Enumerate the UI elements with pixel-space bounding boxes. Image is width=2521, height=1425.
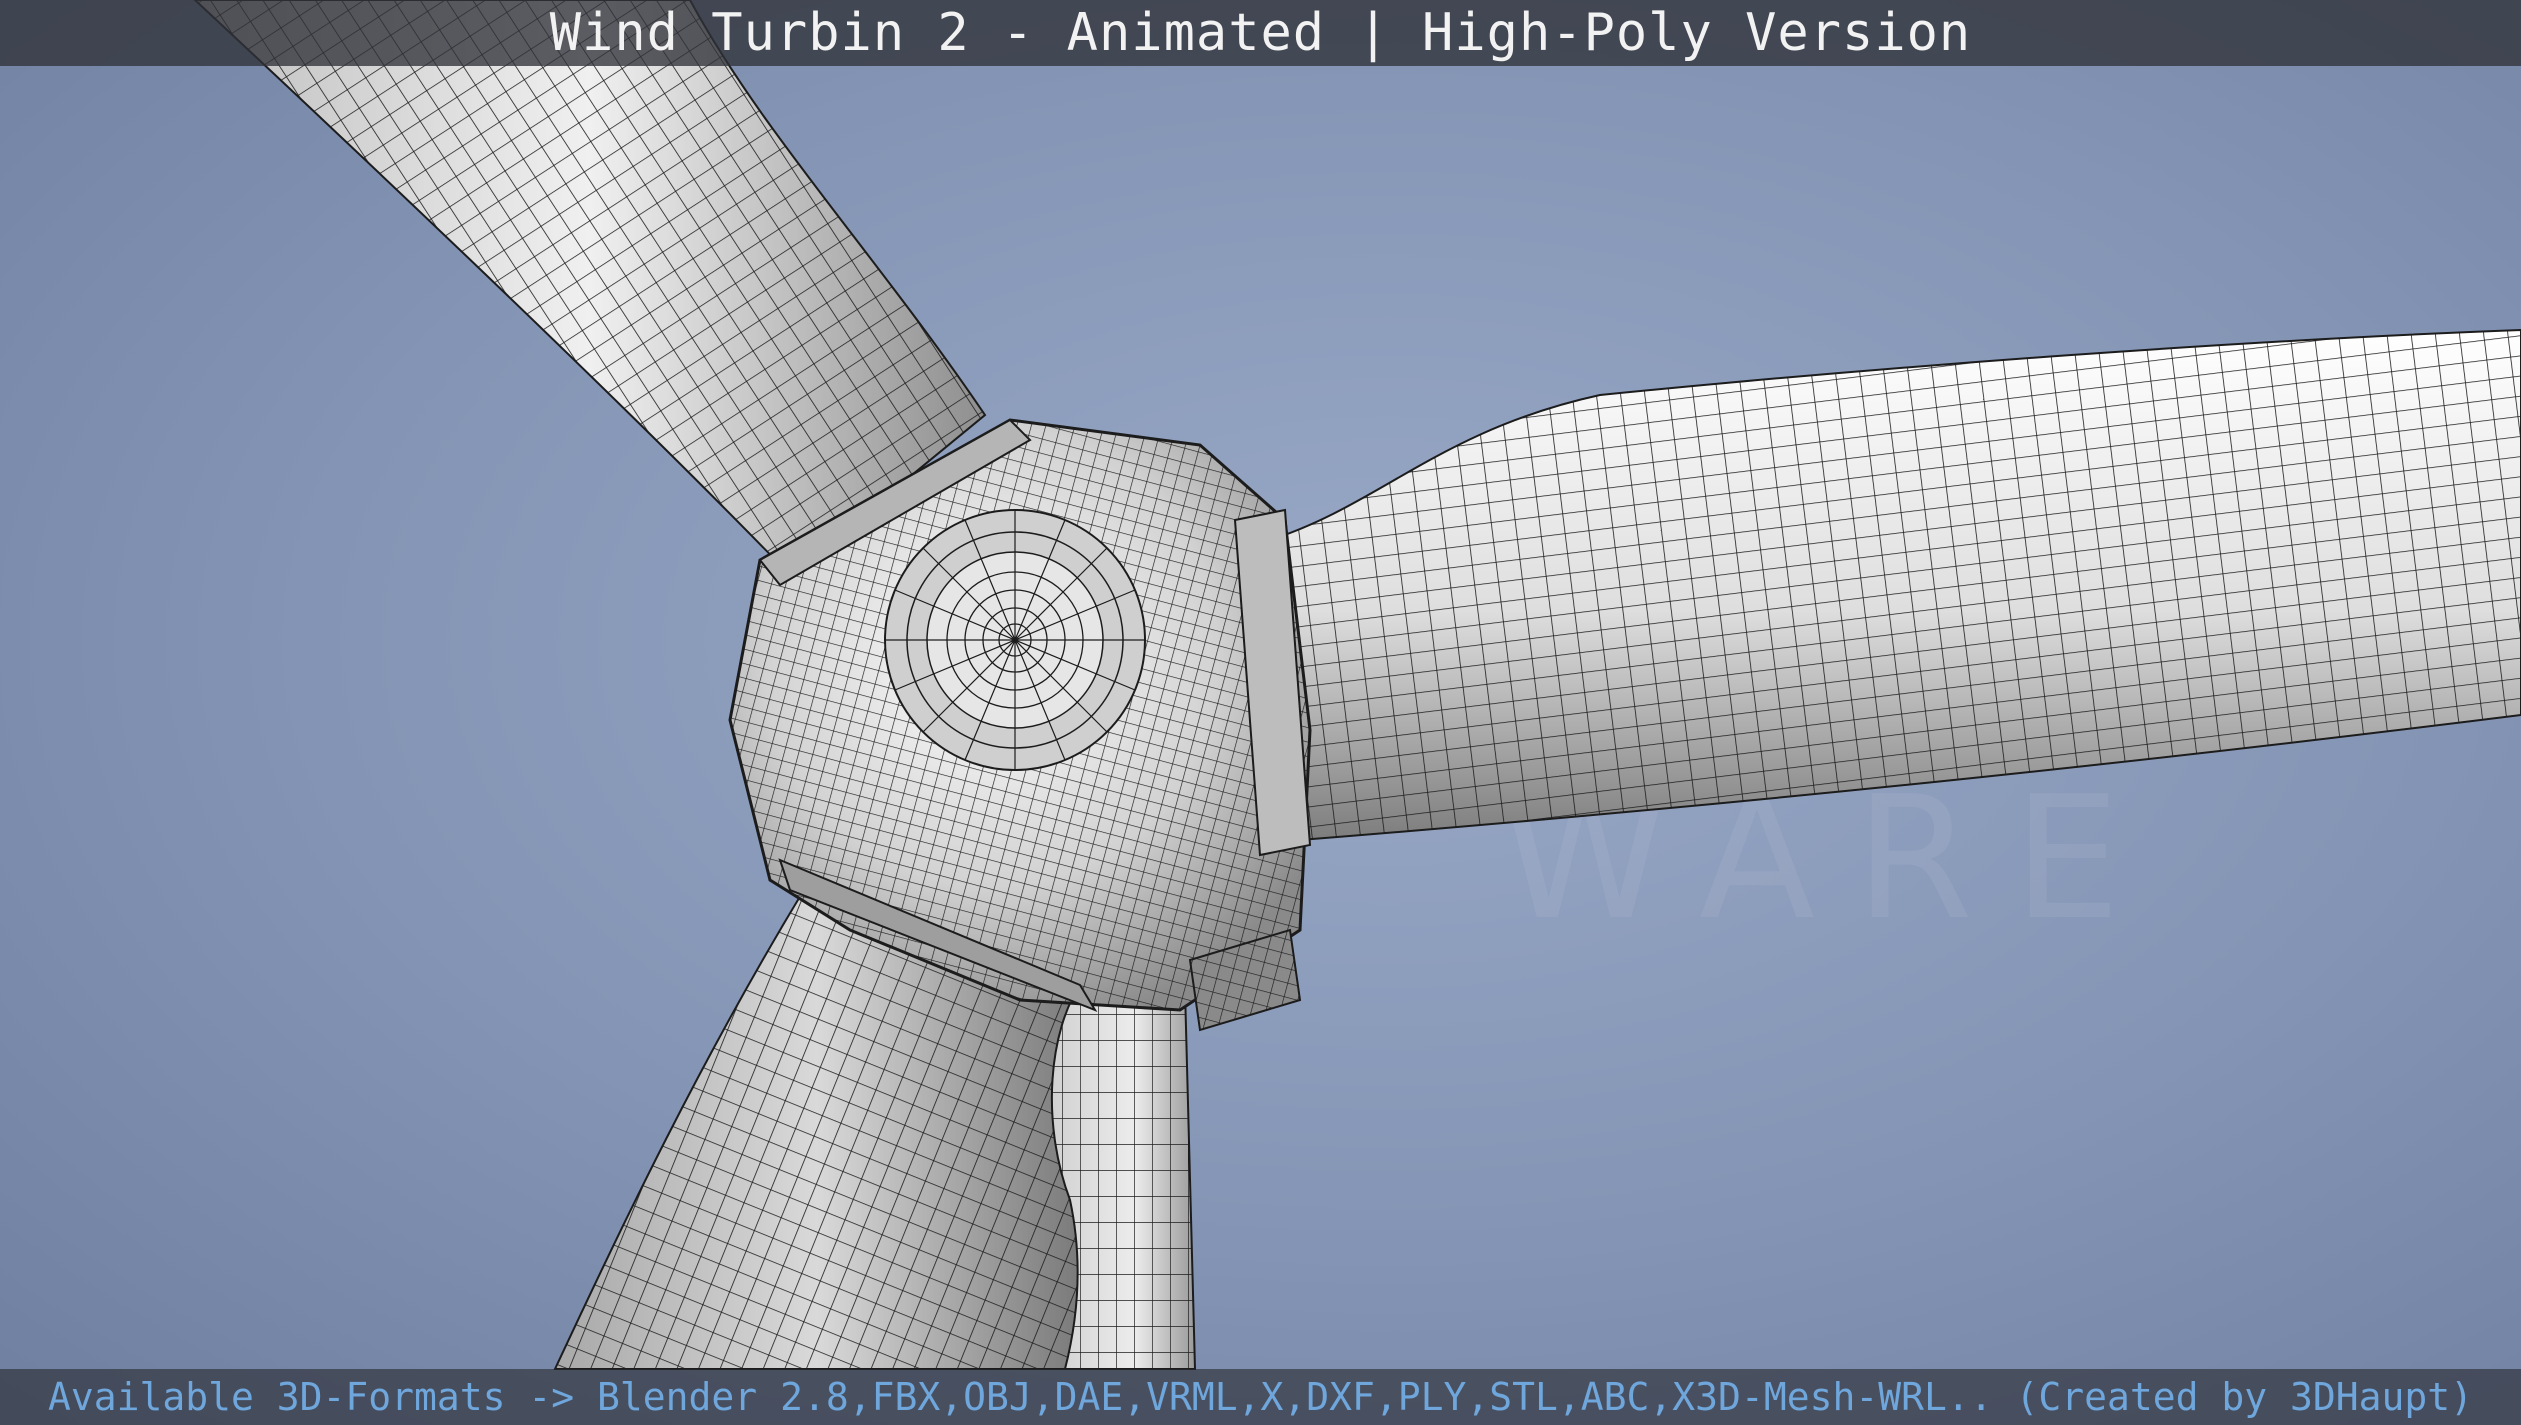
blade-right [1268, 328, 2521, 842]
render-viewport: WARE [0, 0, 2521, 1425]
wind-turbine-wireframe-render [193, 0, 2521, 1370]
nose-cone [884, 509, 1146, 771]
formats-caption: Available 3D-Formats -> Blender 2.8,FBX,… [47, 1375, 2474, 1419]
title-bar: Wind Turbin 2 - Animated | High-Poly Ver… [0, 0, 2521, 66]
video-title: Wind Turbin 2 - Animated | High-Poly Ver… [549, 3, 1972, 63]
formats-caption-bar: Available 3D-Formats -> Blender 2.8,FBX,… [0, 1369, 2521, 1425]
blade-upper-left [193, 0, 987, 577]
